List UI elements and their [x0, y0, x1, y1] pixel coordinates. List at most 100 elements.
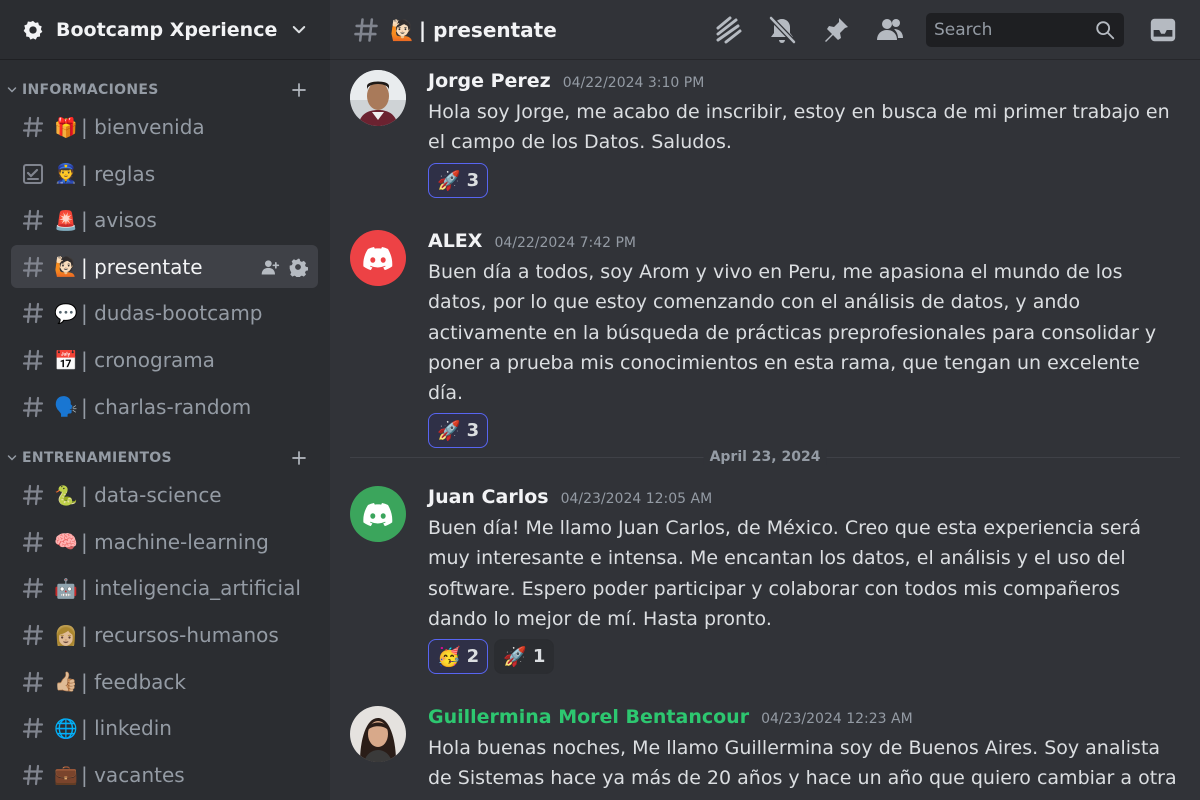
sidebar-channel[interactable]: 👍🏼 | feedback — [11, 660, 318, 703]
hash-icon — [22, 718, 44, 739]
message-list[interactable]: Jorge Perez 04/22/2024 3:10 PM Hola soy … — [330, 60, 1200, 800]
message-item: ALEX 04/22/2024 7:42 PM Buen día a todos… — [350, 230, 1180, 449]
channel-emoji: 🚨 — [54, 209, 78, 232]
hash-icon — [22, 396, 44, 417]
sidebar-channel[interactable]: 🌐 | linkedin — [11, 707, 318, 750]
reaction-count: 3 — [466, 169, 480, 191]
message-content: Buen día a todos, soy Arom y vivo en Per… — [428, 261, 1157, 405]
message-timestamp: 04/22/2024 7:42 PM — [494, 235, 637, 251]
channel-emoji: 👩🏼 — [54, 624, 78, 647]
avatar[interactable] — [350, 706, 406, 762]
sidebar-channel[interactable]: 👩🏼 | recursos-humanos — [11, 614, 318, 657]
channel-name: | machine-learning — [81, 529, 269, 554]
sidebar-channel[interactable]: 👮 | reglas — [11, 152, 318, 195]
channel-emoji: 📅 — [54, 349, 78, 372]
hash-icon — [22, 485, 44, 506]
category-informaciones[interactable]: INFORMACIONES — [0, 78, 330, 102]
hash-icon — [22, 624, 44, 646]
channel-name: | linkedin — [81, 716, 172, 741]
channel-name: | recursos-humanos — [81, 623, 279, 648]
channel-name: | feedback — [81, 669, 186, 694]
channel-emoji: 🐍 — [54, 484, 78, 507]
mute-bell-icon[interactable] — [766, 14, 798, 46]
inbox-icon[interactable] — [1148, 15, 1178, 45]
message-author[interactable]: Jorge Perez — [428, 70, 551, 92]
chevron-down-icon[interactable] — [290, 21, 308, 39]
message-content: Hola soy Jorge, me acabo de inscribir, e… — [428, 101, 1170, 154]
channel-emoji: 🙋🏻 — [390, 17, 415, 42]
gear-icon[interactable] — [288, 257, 308, 277]
party-emoji: 🥳 — [437, 646, 461, 669]
channel-emoji: 👍🏼 — [54, 671, 78, 694]
channel-name: | avisos — [81, 208, 157, 233]
avatar[interactable] — [350, 230, 406, 286]
search-bar[interactable] — [926, 12, 1124, 47]
server-name: Bootcamp Xperience — [56, 18, 278, 41]
chevron-down-icon — [7, 455, 17, 461]
message-author[interactable]: Juan Carlos — [428, 486, 549, 508]
sidebar-channel[interactable]: 📅 | cronograma — [11, 339, 318, 382]
server-boost-icon — [23, 20, 43, 40]
sidebar-channel[interactable]: 🙋🏻 | presentate — [11, 245, 318, 289]
hash-icon — [22, 764, 44, 785]
message-item: Jorge Perez 04/22/2024 3:10 PM Hola soy … — [350, 70, 1180, 198]
hash-icon — [22, 256, 44, 277]
invite-icon[interactable] — [260, 257, 280, 277]
reaction-count: 1 — [532, 646, 546, 668]
threads-icon[interactable] — [712, 14, 744, 46]
message-timestamp: 04/22/2024 3:10 PM — [562, 75, 705, 91]
message-author[interactable]: Guillermina Morel Bentancour — [428, 706, 749, 728]
sidebar-channel[interactable]: 🗣️ | charlas-random — [11, 385, 318, 428]
hash-icon — [22, 671, 44, 692]
category-entrenamientos[interactable]: ENTRENAMIENTOS — [0, 446, 330, 470]
sidebar-channel[interactable]: 💬 | dudas-bootcamp — [11, 292, 318, 335]
channel-name: | inteligencia_artificial — [81, 576, 301, 601]
search-icon[interactable] — [1094, 19, 1116, 41]
sidebar-channel[interactable]: 🐍 | data-science — [11, 474, 318, 517]
channel-emoji: 💬 — [54, 302, 78, 325]
sidebar-channel[interactable]: 💼 | vacantes — [11, 753, 318, 796]
discord-logo-icon — [363, 247, 393, 271]
members-icon[interactable] — [874, 14, 906, 46]
channel-name: | reglas — [81, 161, 156, 186]
channel-emoji: 🤖 — [54, 577, 78, 600]
chevron-down-icon — [7, 87, 17, 93]
channel-emoji: 🧠 — [54, 531, 78, 554]
category-label: INFORMACIONES — [22, 82, 159, 98]
channel-emoji: 💼 — [54, 764, 78, 787]
reaction-bar: 🚀 3 — [428, 162, 1180, 198]
channel-name: | presentate — [81, 254, 203, 279]
channel-name: | cronograma — [81, 348, 215, 373]
message-timestamp: 04/23/2024 12:05 AM — [560, 491, 713, 507]
pin-icon[interactable] — [820, 14, 852, 46]
reaction-rocket[interactable]: 🚀 1 — [494, 639, 555, 675]
rocket-emoji: 🚀 — [437, 169, 461, 192]
hash-icon — [22, 349, 44, 371]
sidebar-channel[interactable]: 🚨 | avisos — [11, 199, 318, 242]
sidebar-channel[interactable]: 🧠 | machine-learning — [11, 520, 318, 563]
reaction-party[interactable]: 🥳 2 — [428, 639, 489, 675]
channel-title: | presentate — [418, 17, 557, 42]
channel-emoji: 🙋🏻 — [54, 256, 78, 279]
sidebar-channel[interactable]: 🎁 | bienvenida — [11, 106, 318, 149]
channel-emoji: 🗣️ — [54, 396, 78, 419]
message-timestamp: 04/23/2024 12:23 AM — [761, 711, 913, 727]
search-input[interactable] — [934, 19, 1094, 40]
hash-icon — [22, 116, 44, 138]
reaction-rocket[interactable]: 🚀 3 — [428, 162, 489, 198]
date-divider: April 23, 2024 — [350, 449, 1180, 465]
reaction-rocket[interactable]: 🚀 3 — [428, 413, 489, 449]
avatar[interactable] — [350, 70, 406, 126]
message-content: Buen día! Me llamo Juan Carlos, de Méxic… — [428, 517, 1142, 630]
add-channel-icon[interactable] — [290, 81, 308, 99]
channel-name: | bienvenida — [81, 115, 205, 140]
server-header[interactable]: Bootcamp Xperience — [0, 0, 330, 60]
sidebar-channel[interactable]: 🤖 | inteligencia_artificial — [11, 567, 318, 610]
add-channel-icon[interactable] — [290, 449, 308, 467]
avatar[interactable] — [350, 486, 406, 542]
channel-name: | charlas-random — [81, 394, 252, 419]
hash-icon — [22, 531, 44, 552]
message-author[interactable]: ALEX — [428, 230, 482, 252]
channel-name: | data-science — [81, 483, 222, 508]
message-content: Hola buenas noches, Me llamo Guillermina… — [428, 737, 1177, 800]
